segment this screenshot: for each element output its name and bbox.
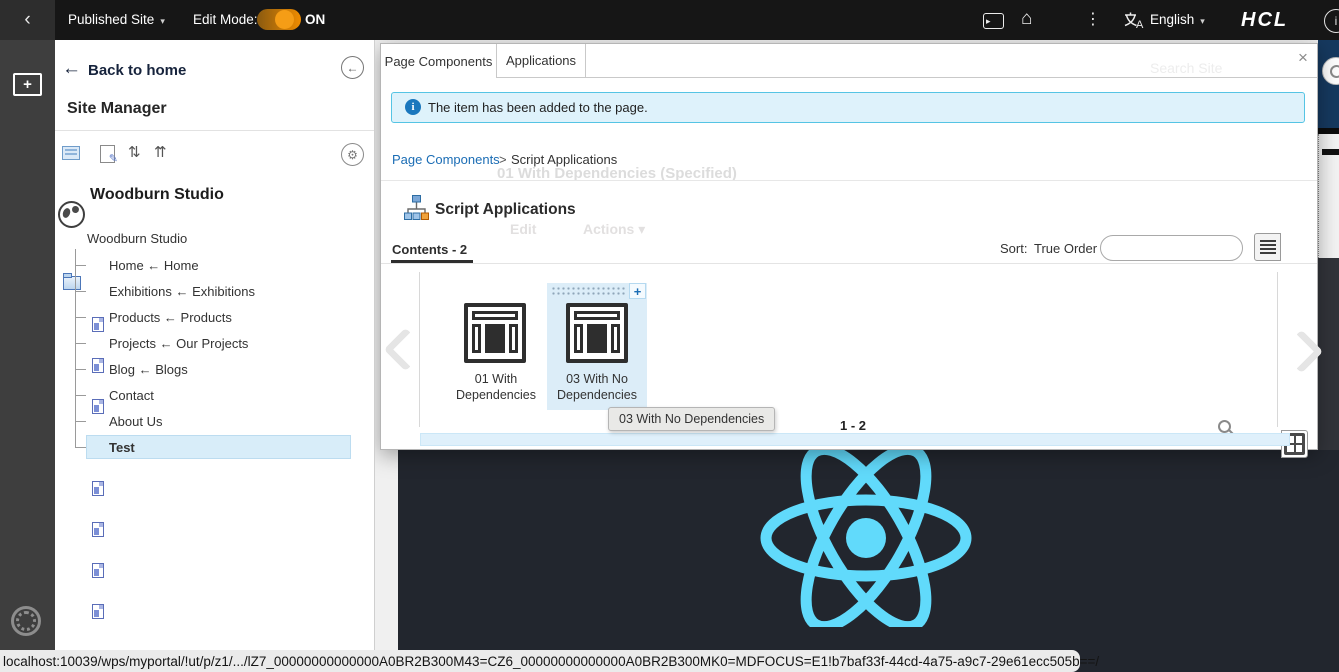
tab-applications[interactable]: Applications [497, 44, 586, 77]
open-applications-icon[interactable]: ▸ [983, 13, 1004, 29]
collapse-all-icon[interactable]: ⇈ [154, 144, 167, 162]
hcl-logo: HCL [1241, 9, 1289, 31]
chevron-down-icon: ▾ [1200, 16, 1205, 26]
breadcrumb-parent[interactable]: Page Components [392, 152, 500, 167]
tree-item-exhibitions[interactable]: Exhibitions ← Exhibitions [109, 284, 255, 299]
tab-row-border [381, 77, 1317, 78]
tree-tick [75, 343, 86, 344]
breadcrumb-current: Script Applications [511, 152, 618, 167]
ghost-actions: Actions ▾ [583, 221, 646, 237]
status-url: localhost:10039/wps/myportal/!ut/p/z1/..… [3, 653, 1100, 669]
edit-mode-toggle[interactable] [257, 9, 301, 30]
edit-page-icon[interactable]: ✎ [100, 145, 118, 165]
carousel-right-edge [1277, 272, 1278, 427]
page-icon [92, 604, 104, 619]
contents-tab-underline [391, 260, 473, 263]
search-icon [1218, 420, 1231, 433]
tree-tick [75, 265, 86, 266]
tree-item-test[interactable]: Test [109, 440, 135, 455]
add-to-page-icon[interactable]: + [13, 73, 42, 96]
list-view-icon [1259, 240, 1276, 254]
help-ring-icon[interactable] [11, 606, 41, 636]
banner-info-icon: i [405, 99, 421, 115]
breadcrumb-separator: > [499, 152, 507, 167]
page-widget-bar [1322, 149, 1339, 155]
card-label: 03 With No Dependencies [557, 372, 637, 402]
search-icon [1329, 64, 1339, 78]
card-label: 01 With Dependencies [456, 372, 536, 402]
tree-item-projects[interactable]: Projects ← Our Projects [109, 336, 248, 351]
divider [55, 130, 374, 131]
left-rail [0, 40, 55, 650]
toggle-knob [275, 10, 294, 29]
sort-dropdown[interactable]: True Order▾ [1034, 241, 1108, 256]
home-icon[interactable]: ⌂ [1021, 8, 1032, 30]
tree-tick [75, 291, 86, 292]
list-view-button[interactable] [1254, 233, 1281, 261]
carousel-scrollbar[interactable] [420, 433, 1290, 446]
language-menu[interactable]: English ▾ [1150, 0, 1205, 41]
ghost-search-site: Search Site [1150, 60, 1223, 76]
sort-label: Sort: [1000, 241, 1028, 256]
component-thumbnail[interactable] [566, 303, 628, 363]
tree-tick [75, 317, 86, 318]
tree-tick [75, 447, 86, 448]
tree-tick [75, 369, 86, 370]
published-site-menu[interactable]: Published Site ▾ [68, 0, 165, 41]
root-folder-icon [63, 273, 81, 290]
add-component-button[interactable]: + [629, 283, 646, 299]
tree-connector [75, 249, 76, 447]
page-icon [92, 358, 104, 373]
edit-mode-label: Edit Mode: [193, 12, 258, 27]
toolbar-back-button[interactable]: ‹ [0, 0, 55, 40]
tree-item-blog[interactable]: Blog ← Blogs [109, 362, 188, 377]
banner-message: The item has been added to the page. [428, 100, 648, 115]
panel-title: Site Manager [67, 100, 167, 117]
search-input[interactable] [1100, 235, 1243, 261]
tree-tick [75, 421, 86, 422]
dialog-heading: Script Applications [435, 201, 576, 218]
ghost-edit: Edit [510, 221, 537, 237]
settings-gear-icon[interactable]: ⚙ [341, 143, 364, 166]
close-icon[interactable]: × [1298, 48, 1308, 68]
component-thumbnail[interactable] [464, 303, 526, 363]
page-content-sliver [1318, 258, 1339, 450]
subtab-line [381, 263, 1317, 264]
page-icon [92, 399, 104, 414]
tree-item-about[interactable]: About Us [109, 414, 162, 429]
more-options-icon[interactable]: ⋮ [1085, 9, 1101, 29]
react-logo [760, 449, 972, 627]
page-icon [92, 481, 104, 496]
chevron-down-icon: ▾ [160, 16, 165, 26]
tree-item-home[interactable]: Home ← Home [109, 258, 199, 273]
toggle-state-label: ON [305, 12, 326, 27]
site-globe-icon [58, 201, 85, 228]
pagination-label: 1 - 2 [840, 418, 867, 433]
page-icon [92, 522, 104, 537]
tooltip: 03 With No Dependencies [608, 407, 776, 431]
back-to-home-link[interactable]: Back to home [88, 62, 186, 79]
language-icon: A [1124, 12, 1144, 29]
page-icon [92, 563, 104, 578]
tree-item-products[interactable]: Products ← Products [109, 310, 232, 325]
tree-tick [75, 395, 86, 396]
contents-tab[interactable]: Contents - 2 [392, 242, 467, 257]
status-url-bar: localhost:10039/wps/myportal/!ut/p/z1/..… [0, 650, 1099, 672]
svg-text:A: A [1136, 19, 1144, 29]
expand-all-icon[interactable]: ⇅ [128, 144, 141, 162]
back-arrow-icon: ← [62, 58, 81, 79]
divider [381, 180, 1317, 181]
script-applications-icon [404, 195, 429, 220]
tree-root[interactable]: Woodburn Studio [87, 231, 187, 246]
new-page-icon[interactable] [62, 146, 80, 160]
site-section-title: Woodburn Studio [90, 186, 224, 203]
drag-handle-dots[interactable] [551, 286, 625, 296]
collapse-panel-button[interactable]: ← [341, 56, 364, 79]
tab-page-components[interactable]: Page Components [381, 44, 497, 78]
page-icon [92, 317, 104, 332]
screen: ‹ Published Site ▾ Edit Mode: ON ▸ ⌂ ⋮ A … [0, 0, 1339, 672]
tree-item-contact[interactable]: Contact [109, 388, 154, 403]
